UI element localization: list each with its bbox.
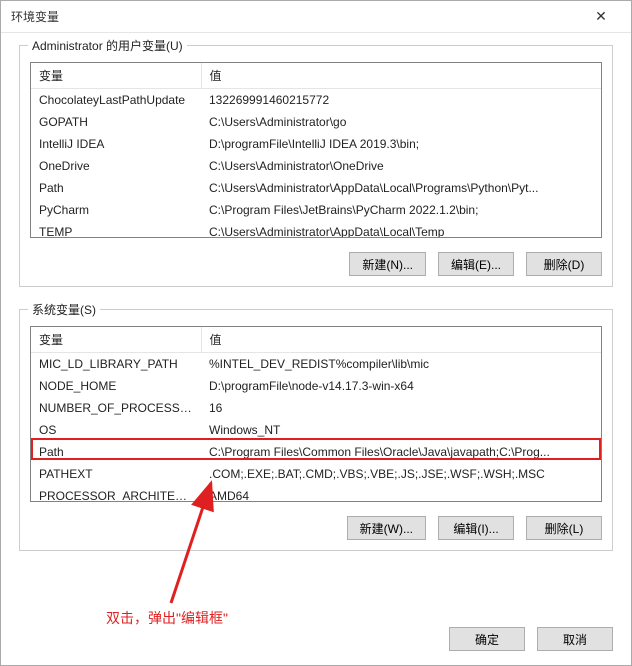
var-name-cell[interactable]: OS bbox=[31, 419, 201, 441]
dialog-footer: 确定 取消 bbox=[1, 615, 631, 665]
user-buttons: 新建(N)... 编辑(E)... 删除(D) bbox=[30, 252, 602, 276]
var-value-cell[interactable]: C:\Program Files\Common Files\Oracle\Jav… bbox=[201, 441, 601, 463]
var-value-cell[interactable]: C:\Program Files\JetBrains\PyCharm 2022.… bbox=[201, 199, 601, 221]
var-name-cell[interactable]: PROCESSOR_ARCHITECT... bbox=[31, 485, 201, 502]
table-row[interactable]: PathC:\Users\Administrator\AppData\Local… bbox=[31, 177, 601, 199]
var-name-cell[interactable]: NODE_HOME bbox=[31, 375, 201, 397]
table-row[interactable]: PATHEXT.COM;.EXE;.BAT;.CMD;.VBS;.VBE;.JS… bbox=[31, 463, 601, 485]
cancel-button[interactable]: 取消 bbox=[537, 627, 613, 651]
table-row[interactable]: NODE_HOMED:\programFile\node-v14.17.3-wi… bbox=[31, 375, 601, 397]
table-row[interactable]: NUMBER_OF_PROCESSORS16 bbox=[31, 397, 601, 419]
var-value-cell[interactable]: D:\programFile\node-v14.17.3-win-x64 bbox=[201, 375, 601, 397]
table-row[interactable]: GOPATHC:\Users\Administrator\go bbox=[31, 111, 601, 133]
var-name-cell[interactable]: OneDrive bbox=[31, 155, 201, 177]
user-vars-table-wrap: 变量 值 ChocolateyLastPathUpdate13226999146… bbox=[30, 62, 602, 238]
var-name-cell[interactable]: TEMP bbox=[31, 221, 201, 238]
window-title: 环境变量 bbox=[11, 8, 581, 25]
system-vars-label: 系统变量(S) bbox=[28, 301, 100, 318]
table-row[interactable]: TEMPC:\Users\Administrator\AppData\Local… bbox=[31, 221, 601, 238]
env-vars-dialog: 环境变量 ✕ Administrator 的用户变量(U) 变量 值 Choco… bbox=[0, 0, 632, 666]
var-name-cell[interactable]: GOPATH bbox=[31, 111, 201, 133]
table-row[interactable]: ChocolateyLastPathUpdate1322699914602157… bbox=[31, 89, 601, 112]
user-edit-button[interactable]: 编辑(E)... bbox=[438, 252, 514, 276]
var-value-cell[interactable]: %INTEL_DEV_REDIST%compiler\lib\mic bbox=[201, 353, 601, 376]
system-vars-table[interactable]: 变量 值 MIC_LD_LIBRARY_PATH%INTEL_DEV_REDIS… bbox=[31, 327, 601, 502]
var-value-cell[interactable]: .COM;.EXE;.BAT;.CMD;.VBS;.VBE;.JS;.JSE;.… bbox=[201, 463, 601, 485]
var-name-cell[interactable]: Path bbox=[31, 177, 201, 199]
sys-col-name[interactable]: 变量 bbox=[31, 327, 201, 353]
sys-delete-button[interactable]: 删除(L) bbox=[526, 516, 602, 540]
var-name-cell[interactable]: MIC_LD_LIBRARY_PATH bbox=[31, 353, 201, 376]
table-row[interactable]: PROCESSOR_ARCHITECT...AMD64 bbox=[31, 485, 601, 502]
sys-new-button[interactable]: 新建(W)... bbox=[347, 516, 426, 540]
var-value-cell[interactable]: Windows_NT bbox=[201, 419, 601, 441]
user-vars-group: Administrator 的用户变量(U) 变量 值 ChocolateyLa… bbox=[19, 45, 613, 287]
user-vars-label: Administrator 的用户变量(U) bbox=[28, 37, 187, 54]
var-name-cell[interactable]: IntelliJ IDEA bbox=[31, 133, 201, 155]
var-value-cell[interactable]: C:\Users\Administrator\go bbox=[201, 111, 601, 133]
user-col-name[interactable]: 变量 bbox=[31, 63, 201, 89]
table-row[interactable]: OneDriveC:\Users\Administrator\OneDrive bbox=[31, 155, 601, 177]
user-vars-table[interactable]: 变量 值 ChocolateyLastPathUpdate13226999146… bbox=[31, 63, 601, 238]
var-name-cell[interactable]: NUMBER_OF_PROCESSORS bbox=[31, 397, 201, 419]
var-name-cell[interactable]: ChocolateyLastPathUpdate bbox=[31, 89, 201, 112]
var-value-cell[interactable]: 16 bbox=[201, 397, 601, 419]
system-buttons: 新建(W)... 编辑(I)... 删除(L) bbox=[30, 516, 602, 540]
table-row[interactable]: IntelliJ IDEAD:\programFile\IntelliJ IDE… bbox=[31, 133, 601, 155]
table-row[interactable]: OSWindows_NT bbox=[31, 419, 601, 441]
var-name-cell[interactable]: PATHEXT bbox=[31, 463, 201, 485]
close-icon[interactable]: ✕ bbox=[581, 8, 621, 25]
var-value-cell[interactable]: C:\Users\Administrator\AppData\Local\Tem… bbox=[201, 221, 601, 238]
var-value-cell[interactable]: D:\programFile\IntelliJ IDEA 2019.3\bin; bbox=[201, 133, 601, 155]
sys-col-value[interactable]: 值 bbox=[201, 327, 601, 353]
dialog-content: Administrator 的用户变量(U) 变量 值 ChocolateyLa… bbox=[1, 33, 631, 615]
var-value-cell[interactable]: 132269991460215772 bbox=[201, 89, 601, 112]
var-name-cell[interactable]: PyCharm bbox=[31, 199, 201, 221]
user-new-button[interactable]: 新建(N)... bbox=[349, 252, 426, 276]
user-col-value[interactable]: 值 bbox=[201, 63, 601, 89]
user-delete-button[interactable]: 删除(D) bbox=[526, 252, 602, 276]
system-vars-table-wrap: 变量 值 MIC_LD_LIBRARY_PATH%INTEL_DEV_REDIS… bbox=[30, 326, 602, 502]
var-value-cell[interactable]: AMD64 bbox=[201, 485, 601, 502]
table-row[interactable]: PyCharmC:\Program Files\JetBrains\PyChar… bbox=[31, 199, 601, 221]
table-row[interactable]: PathC:\Program Files\Common Files\Oracle… bbox=[31, 441, 601, 463]
ok-button[interactable]: 确定 bbox=[449, 627, 525, 651]
titlebar: 环境变量 ✕ bbox=[1, 1, 631, 33]
var-value-cell[interactable]: C:\Users\Administrator\OneDrive bbox=[201, 155, 601, 177]
table-row[interactable]: MIC_LD_LIBRARY_PATH%INTEL_DEV_REDIST%com… bbox=[31, 353, 601, 376]
system-vars-group: 系统变量(S) 变量 值 MIC_LD_LIBRARY_PATH%INTEL_D… bbox=[19, 309, 613, 551]
var-value-cell[interactable]: C:\Users\Administrator\AppData\Local\Pro… bbox=[201, 177, 601, 199]
var-name-cell[interactable]: Path bbox=[31, 441, 201, 463]
sys-edit-button[interactable]: 编辑(I)... bbox=[438, 516, 514, 540]
